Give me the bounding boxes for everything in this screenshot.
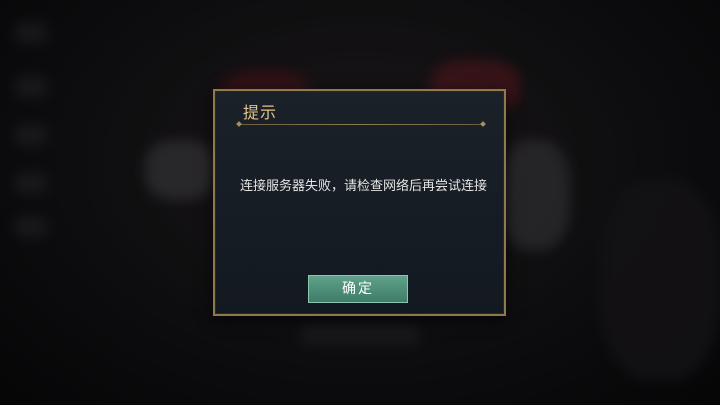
- confirm-button[interactable]: 确定: [308, 275, 408, 303]
- dialog-message: 连接服务器失败，请检查网络后再尝试连接: [240, 179, 488, 194]
- game-screen: 提示 连接服务器失败，请检查网络后再尝试连接 确定: [0, 0, 720, 405]
- title-divider: [236, 121, 486, 127]
- dialog-title: 提示: [243, 103, 278, 122]
- divider-ornament: [480, 121, 486, 127]
- alert-dialog: 提示 连接服务器失败，请检查网络后再尝试连接 确定: [213, 89, 506, 316]
- divider-ornament: [236, 121, 242, 127]
